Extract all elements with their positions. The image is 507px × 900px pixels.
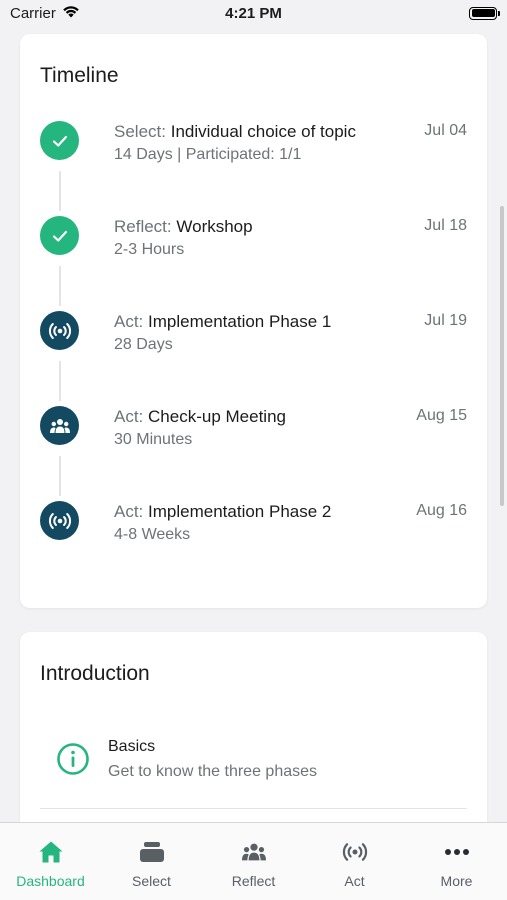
timeline-item-act-2[interactable]: Act: Check-up Meeting 30 Minutes Aug 15 — [40, 406, 467, 466]
tab-act[interactable]: Act — [304, 823, 405, 900]
timeline-item-date: Aug 15 — [416, 407, 467, 424]
intro-item-basics[interactable]: Basics Get to know the three phases — [56, 738, 456, 788]
intro-item-subtitle: Get to know the three phases — [108, 763, 318, 780]
timeline-item-phase: Act: — [114, 312, 144, 331]
group-icon — [40, 406, 79, 445]
timeline-item-text: Act: Implementation Phase 1 28 Days — [114, 311, 331, 354]
tab-label: Select — [132, 873, 171, 889]
broadcast-icon — [40, 311, 79, 350]
group-icon — [240, 839, 268, 865]
timeline-item-subtitle: 30 Minutes — [114, 431, 193, 448]
timeline-item-title: Act: Check-up Meeting — [114, 406, 286, 428]
timeline-item-phase: Act: — [114, 407, 144, 426]
tab-label: Reflect — [231, 873, 276, 889]
info-icon — [56, 742, 90, 776]
tab-bar: Dashboard Select Reflect Act More — [0, 822, 507, 900]
timeline-item-title: Act: Implementation Phase 1 — [114, 311, 331, 333]
timeline-item-act-3[interactable]: Act: Implementation Phase 2 4-8 Weeks Au… — [40, 501, 467, 561]
tab-more[interactable]: More — [406, 823, 507, 900]
stack-icon — [138, 839, 166, 865]
timeline-item-title: Act: Implementation Phase 2 — [114, 501, 331, 523]
timeline-card: Timeline Select: Individual choice of to… — [20, 34, 487, 608]
timeline-item-select[interactable]: Select: Individual choice of topic 14 Da… — [40, 121, 467, 181]
tab-reflect[interactable]: Reflect — [203, 823, 304, 900]
status-bar: Carrier 4:21 PM — [0, 0, 507, 26]
timeline-item-phase: Act: — [114, 502, 144, 521]
timeline-item-name: Individual choice of topic — [170, 122, 356, 141]
timeline-item-phase: Reflect: — [114, 217, 172, 236]
timeline-item-text: Act: Implementation Phase 2 4-8 Weeks — [114, 501, 331, 544]
tab-label: Act — [344, 873, 365, 889]
tab-dashboard[interactable]: Dashboard — [0, 823, 101, 900]
more-icon — [443, 839, 471, 865]
timeline-item-text: Act: Check-up Meeting 30 Minutes — [114, 406, 286, 449]
timeline-item-subtitle: 14 Days | Participated: 1/1 — [114, 146, 302, 163]
timeline-item-title: Reflect: Workshop — [114, 216, 253, 238]
timeline-item-name: Check-up Meeting — [148, 407, 286, 426]
timeline-item-subtitle: 4-8 Weeks — [114, 526, 191, 543]
timeline-item-text: Reflect: Workshop 2-3 Hours — [114, 216, 253, 259]
timeline-item-reflect[interactable]: Reflect: Workshop 2-3 Hours Jul 18 — [40, 216, 467, 276]
broadcast-icon — [341, 839, 369, 865]
timeline-item-text: Select: Individual choice of topic 14 Da… — [114, 121, 356, 164]
timeline-item-date: Jul 19 — [424, 312, 467, 329]
timeline-item-subtitle: 2-3 Hours — [114, 241, 185, 258]
battery-icon — [469, 6, 500, 20]
timeline-item-phase: Select: — [114, 122, 166, 141]
intro-item-title: Basics — [108, 738, 156, 755]
timeline-item-name: Implementation Phase 2 — [148, 502, 332, 521]
timeline-item-date: Aug 16 — [416, 502, 467, 519]
scrollbar[interactable] — [500, 206, 504, 506]
timeline-title: Timeline — [40, 64, 119, 87]
timeline-item-name: Workshop — [176, 217, 253, 236]
timeline-item-act-1[interactable]: Act: Implementation Phase 1 28 Days Jul … — [40, 311, 467, 371]
check-icon — [40, 216, 79, 255]
tab-label: Dashboard — [16, 873, 85, 889]
check-icon — [40, 121, 79, 160]
broadcast-icon — [40, 501, 79, 540]
timeline-item-name: Implementation Phase 1 — [148, 312, 332, 331]
timeline-item-subtitle: 28 Days — [114, 336, 173, 353]
timeline-item-title: Select: Individual choice of topic — [114, 121, 356, 143]
tab-label: More — [440, 873, 473, 889]
timeline-item-date: Jul 04 — [424, 122, 467, 139]
divider — [40, 808, 467, 809]
introduction-card: Introduction Basics Get to know the thre… — [20, 632, 487, 852]
home-icon — [37, 839, 65, 865]
tab-select[interactable]: Select — [101, 823, 202, 900]
introduction-title: Introduction — [40, 662, 150, 685]
timeline-item-date: Jul 18 — [424, 217, 467, 234]
status-time: 4:21 PM — [225, 4, 282, 22]
